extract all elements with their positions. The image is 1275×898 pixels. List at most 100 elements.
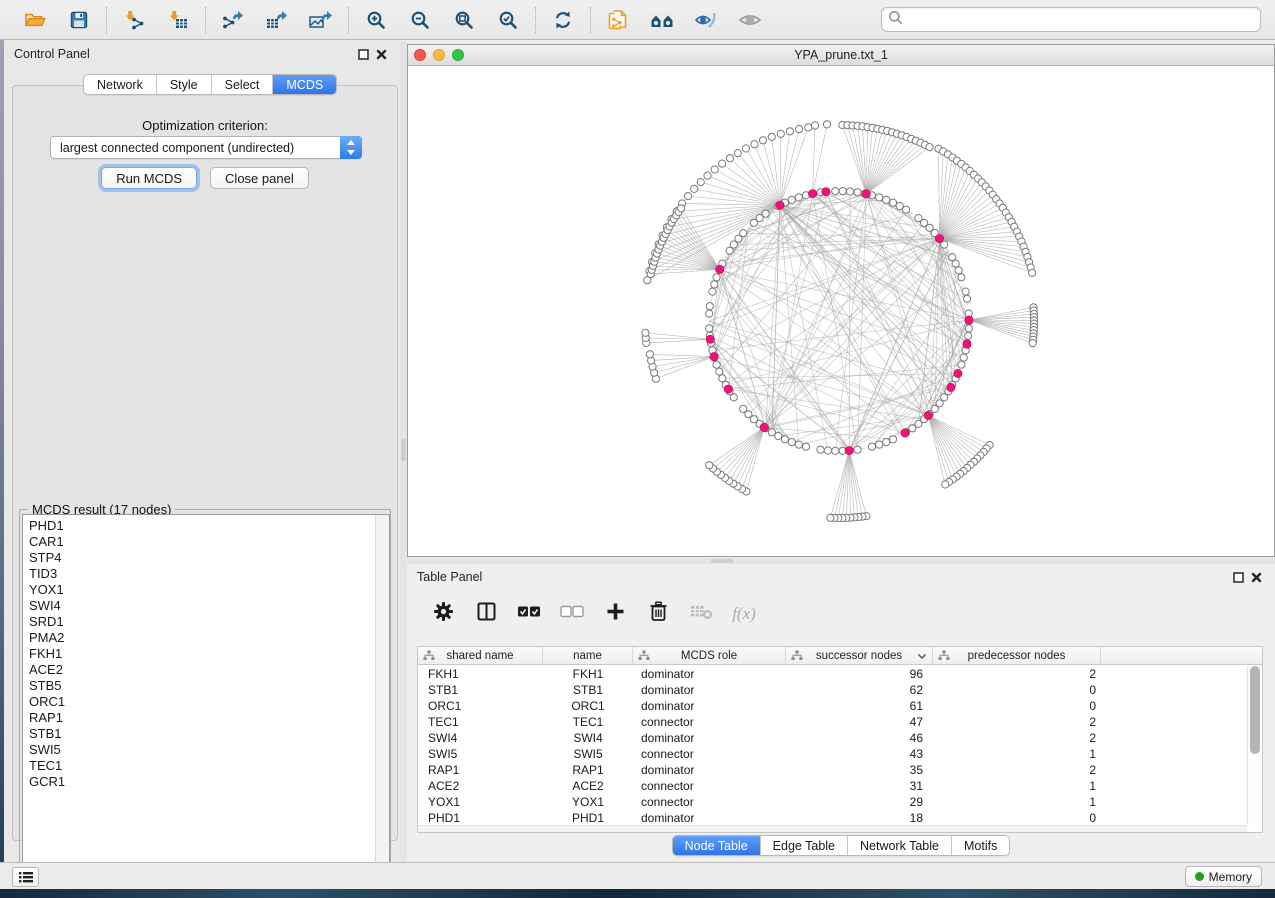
delete-table-button — [688, 601, 714, 627]
folder-open-icon — [24, 10, 47, 30]
close-panel-button[interactable]: Close panel — [210, 167, 309, 189]
column-label: successor nodes — [816, 650, 902, 662]
table-row-ACE2[interactable]: ACE2ACE2connector311 — [418, 778, 1247, 794]
app-main: Control Panel NetworkStyleSelectMCDS Opt… — [0, 41, 1275, 862]
add-column-button[interactable] — [602, 601, 628, 627]
column-label: MCDS role — [681, 650, 737, 662]
tab-edge-table[interactable]: Edge Table — [761, 836, 848, 855]
result-list-item[interactable]: CAR1 — [29, 534, 375, 550]
column-header-shared-name[interactable]: shared name — [418, 647, 543, 664]
cell-predecessor-nodes: 0 — [933, 682, 1101, 698]
float-panel-icon[interactable] — [1229, 568, 1247, 586]
float-panel-icon[interactable] — [354, 45, 372, 63]
result-list-item[interactable]: PMA2 — [29, 630, 375, 646]
table-row-FKH1[interactable]: FKH1FKH1dominator962 — [418, 666, 1247, 682]
cell-successor-nodes: 62 — [786, 682, 933, 698]
network-canvas[interactable] — [408, 66, 1274, 556]
network-graph[interactable] — [408, 66, 1274, 556]
import-network-button[interactable] — [121, 7, 147, 33]
tab-mcds[interactable]: MCDS — [273, 75, 336, 94]
result-list-item[interactable]: STB5 — [29, 678, 375, 694]
column-header-predecessor-nodes[interactable]: predecessor nodes — [933, 647, 1101, 664]
result-list-item[interactable]: SWI4 — [29, 598, 375, 614]
zoom-selected-button[interactable] — [495, 7, 521, 33]
cell-predecessor-nodes: 1 — [933, 746, 1101, 762]
result-list-item[interactable]: FKH1 — [29, 646, 375, 662]
search-field[interactable] — [881, 7, 1261, 32]
select-all-rows-button[interactable] — [516, 601, 542, 627]
column-header-MCDS-role[interactable]: MCDS role — [633, 647, 786, 664]
result-list-item[interactable]: STP4 — [29, 550, 375, 566]
tab-select[interactable]: Select — [212, 75, 274, 94]
result-list-item[interactable]: SWI5 — [29, 742, 375, 758]
column-header-successor-nodes[interactable]: successor nodes — [786, 647, 933, 664]
splitter-grip[interactable] — [711, 559, 733, 563]
result-list-item[interactable]: RAP1 — [29, 710, 375, 726]
deselect-all-rows-button[interactable] — [559, 601, 585, 627]
close-panel-icon[interactable] — [372, 45, 390, 63]
table-row-STB1[interactable]: STB1STB1dominator620 — [418, 682, 1247, 698]
new-network-from-selection-button[interactable] — [605, 7, 631, 33]
memory-label: Memory — [1209, 870, 1252, 884]
result-list-item[interactable]: PHD1 — [29, 518, 375, 534]
table-row-ORC1[interactable]: ORC1ORC1dominator610 — [418, 698, 1247, 714]
result-list-item[interactable]: TID3 — [29, 566, 375, 582]
cell-MCDS-role: dominator — [633, 698, 786, 714]
tab-style[interactable]: Style — [157, 75, 212, 94]
table-row-YOX1[interactable]: YOX1YOX1connector291 — [418, 794, 1247, 810]
show-graphics-details-button[interactable] — [737, 7, 763, 33]
tab-network[interactable]: Network — [84, 75, 157, 94]
run-mcds-button[interactable]: Run MCDS — [101, 167, 197, 189]
import-network-icon — [123, 10, 145, 30]
table-row-RAP1[interactable]: RAP1RAP1dominator352 — [418, 762, 1247, 778]
export-image-button[interactable] — [308, 7, 334, 33]
result-list-item[interactable]: TEC1 — [29, 758, 375, 774]
first-neighbors-button[interactable] — [649, 7, 675, 33]
tab-node-table[interactable]: Node Table — [673, 836, 761, 855]
hide-graphics-details-button[interactable] — [693, 7, 719, 33]
vertical-splitter[interactable] — [400, 41, 407, 862]
result-list-item[interactable]: ACE2 — [29, 662, 375, 678]
search-input[interactable] — [903, 10, 1254, 30]
zoom-in-button[interactable] — [363, 7, 389, 33]
mcds-result-list: PHD1CAR1STP4TID3YOX1SWI4SRD1PMA2FKH1ACE2… — [22, 514, 390, 871]
table-row-TEC1[interactable]: TEC1TEC1connector472 — [418, 714, 1247, 730]
result-list-item[interactable]: GCR1 — [29, 774, 375, 790]
scrollbar-thumb[interactable] — [1250, 666, 1260, 754]
toolbar-group — [107, 7, 205, 33]
result-list-item[interactable]: YOX1 — [29, 582, 375, 598]
delete-column-button[interactable] — [645, 601, 671, 627]
optimization-criterion-dropdown[interactable]: largest connected component (undirected) — [50, 136, 362, 159]
result-list-scrollbar[interactable] — [375, 515, 389, 870]
table-settings-button[interactable] — [430, 601, 456, 627]
result-list-item[interactable]: SRD1 — [29, 614, 375, 630]
splitter-grip[interactable] — [401, 439, 406, 461]
eye-icon — [738, 11, 762, 29]
tab-network-table[interactable]: Network Table — [848, 836, 952, 855]
save-session-button[interactable] — [66, 7, 92, 33]
open-file-button[interactable] — [22, 7, 48, 33]
table-row-PHD1[interactable]: PHD1PHD1dominator180 — [418, 810, 1247, 825]
refresh-layout-button[interactable] — [550, 7, 576, 33]
result-list-item[interactable]: STB1 — [29, 726, 375, 742]
column-header-name[interactable]: name — [543, 647, 633, 664]
cell-successor-nodes: 47 — [786, 714, 933, 730]
table-horizontal-scrollbar[interactable] — [418, 825, 1247, 832]
tab-motifs[interactable]: Motifs — [952, 836, 1009, 855]
mcds-result-group: MCDS result (17 nodes) PHD1CAR1STP4TID3Y… — [19, 509, 391, 872]
export-network-button[interactable] — [220, 7, 246, 33]
memory-button[interactable]: Memory — [1185, 866, 1262, 887]
result-list-item[interactable]: ORC1 — [29, 694, 375, 710]
show-columns-button[interactable] — [473, 601, 499, 627]
table-type-tabs: Node TableEdge TableNetwork TableMotifs — [672, 835, 1011, 856]
toolbar-group — [591, 7, 777, 33]
export-table-button[interactable] — [264, 7, 290, 33]
zoom-out-button[interactable] — [407, 7, 433, 33]
table-vertical-scrollbar[interactable] — [1247, 666, 1262, 825]
close-panel-icon[interactable] — [1247, 568, 1265, 586]
table-row-SWI5[interactable]: SWI5SWI5connector431 — [418, 746, 1247, 762]
task-history-button[interactable] — [12, 867, 39, 887]
zoom-fit-button[interactable] — [451, 7, 477, 33]
import-table-button[interactable] — [165, 7, 191, 33]
table-row-SWI4[interactable]: SWI4SWI4dominator462 — [418, 730, 1247, 746]
